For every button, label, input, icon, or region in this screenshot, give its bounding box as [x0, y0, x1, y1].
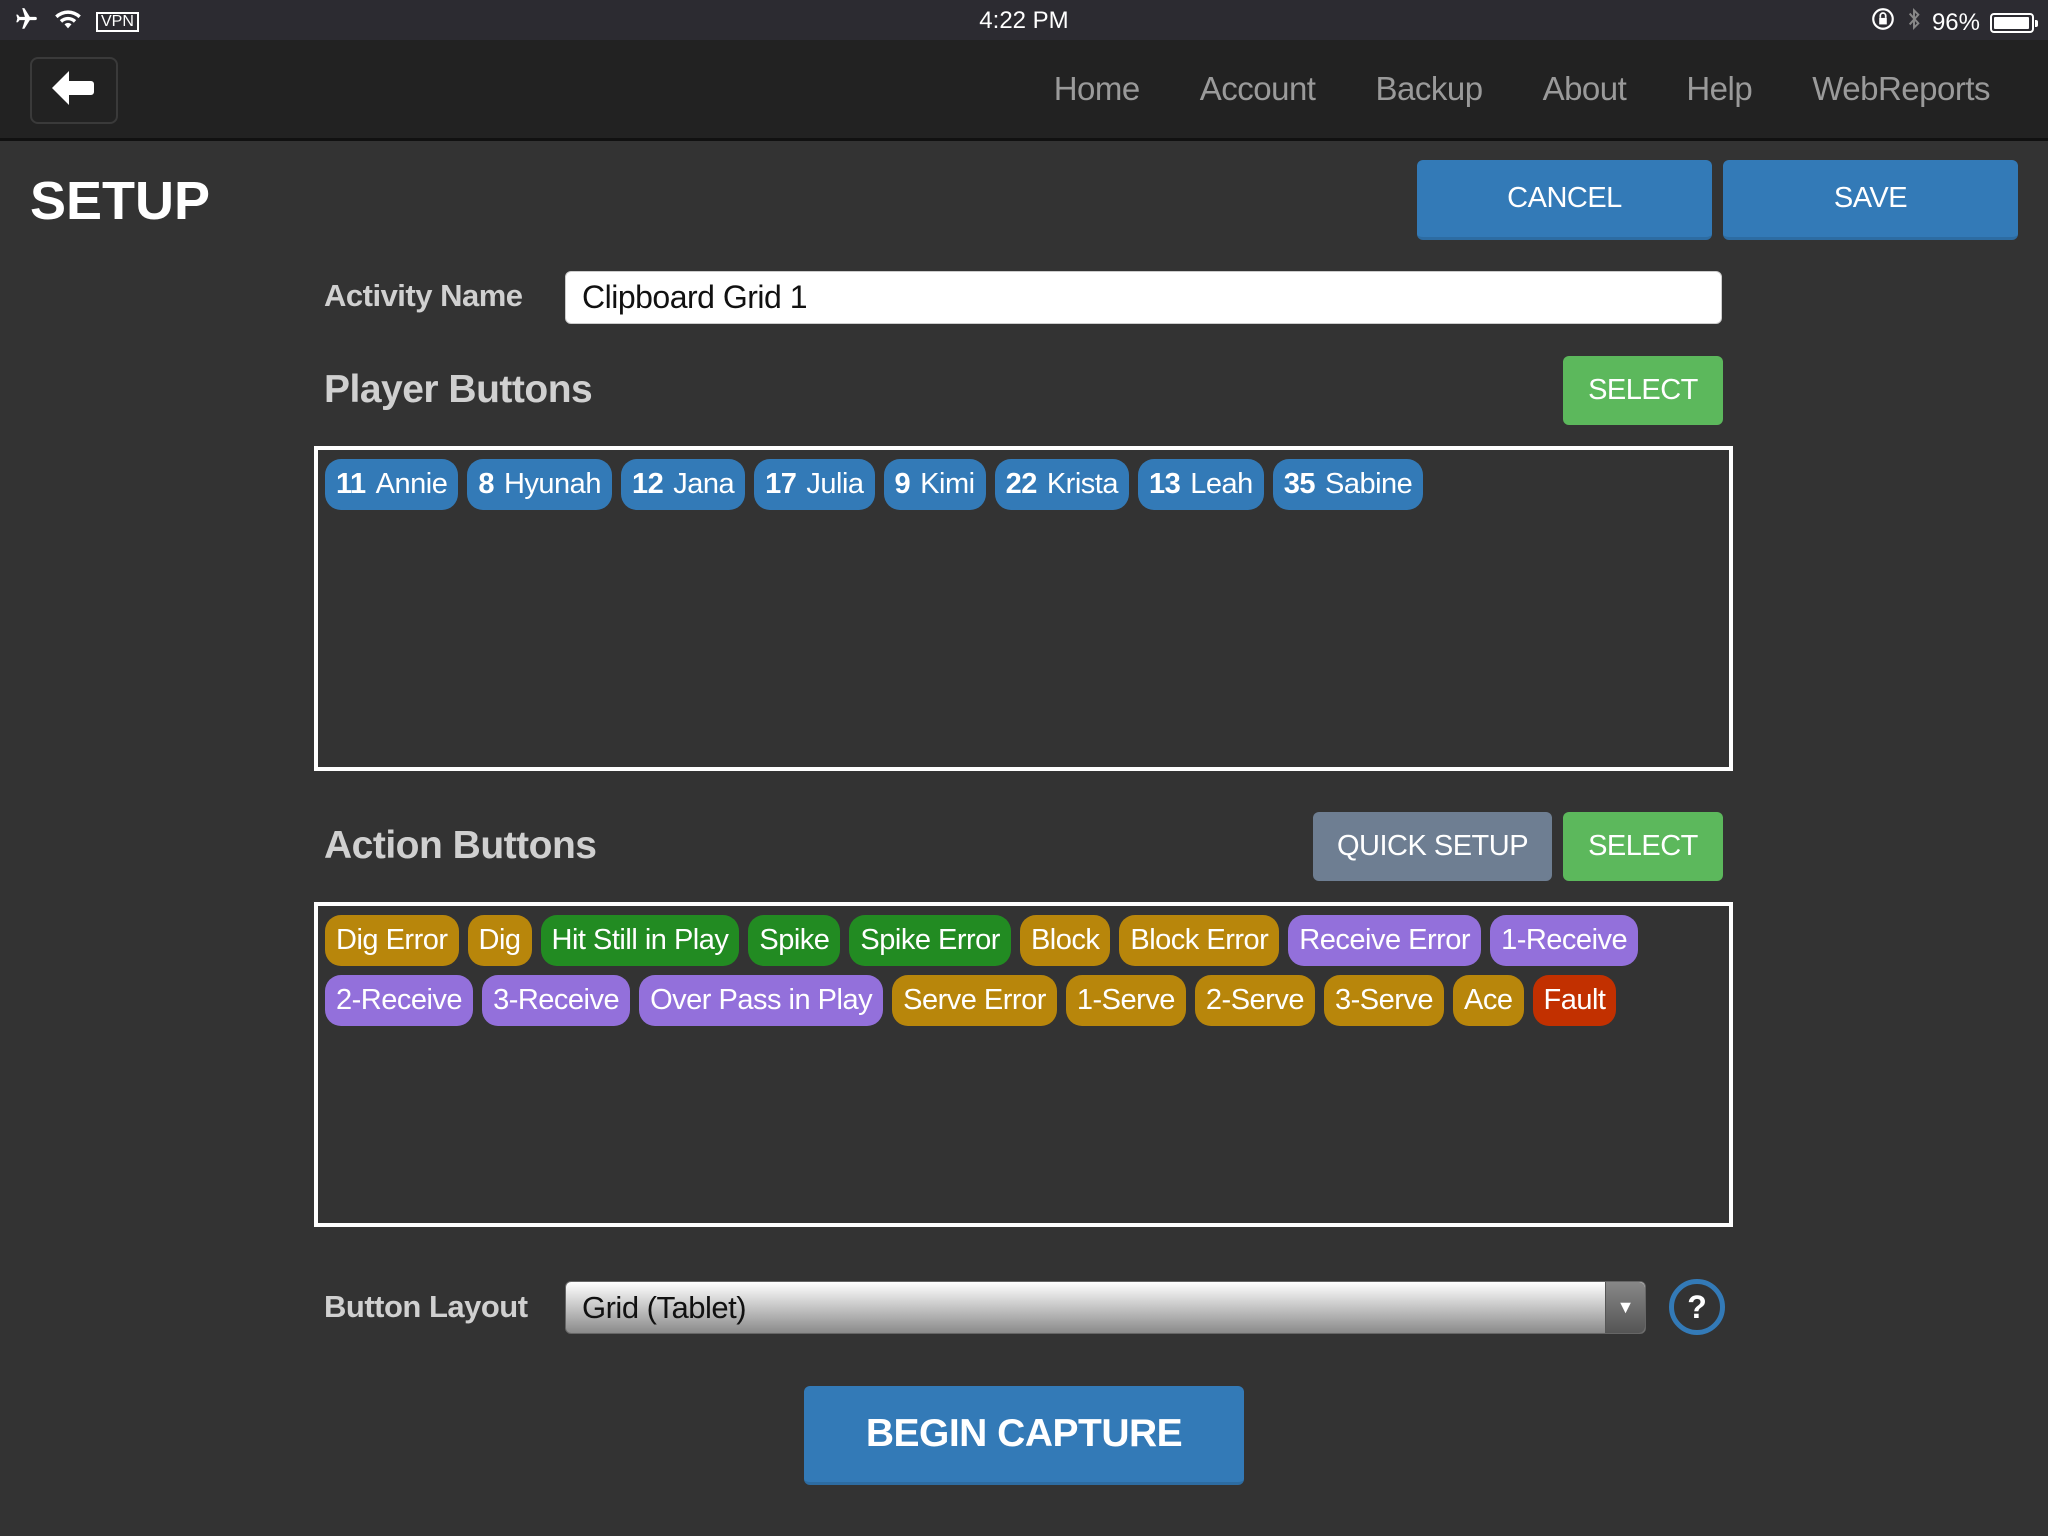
player-name: Julia	[806, 468, 864, 500]
top-nav: Home Account Backup About Help WebReport…	[1054, 70, 1991, 108]
action-button[interactable]: Spike Error	[849, 915, 1011, 966]
nav-account[interactable]: Account	[1200, 70, 1316, 108]
player-button[interactable]: 11 Annie	[325, 459, 459, 510]
player-name: Leah	[1190, 468, 1253, 500]
help-button[interactable]: ?	[1669, 1279, 1725, 1335]
battery-percent: 96%	[1931, 8, 1980, 36]
nav-about[interactable]: About	[1543, 70, 1627, 108]
player-number: 9	[894, 468, 911, 500]
action-button[interactable]: 3-Receive	[482, 975, 631, 1026]
player-number: 13	[1148, 468, 1181, 500]
action-buttons-title: Action Buttons	[324, 824, 597, 867]
player-name: Annie	[375, 468, 448, 500]
player-number: 17	[765, 468, 797, 500]
begin-capture-button[interactable]: BEGIN CAPTURE	[804, 1386, 1244, 1485]
action-button[interactable]: 2-Serve	[1194, 975, 1315, 1026]
action-button[interactable]: Spike	[748, 915, 841, 966]
save-button[interactable]: SAVE	[1723, 160, 2018, 240]
button-layout-value: Grid (Tablet)	[582, 1289, 747, 1325]
action-button[interactable]: Dig	[467, 915, 532, 966]
player-button[interactable]: 17 Julia	[754, 459, 875, 510]
activity-name-label: Activity Name	[324, 278, 523, 313]
action-button[interactable]: 3-Serve	[1323, 975, 1445, 1026]
player-button[interactable]: 35 Sabine	[1272, 459, 1424, 510]
page-title: SETUP	[30, 171, 211, 231]
player-button[interactable]: 8 Hyunah	[467, 459, 612, 510]
player-number: 12	[631, 468, 664, 500]
player-name: Sabine	[1325, 468, 1413, 500]
player-buttons-title: Player Buttons	[324, 368, 593, 411]
player-button[interactable]: 22 Krista	[994, 459, 1129, 510]
cancel-button[interactable]: CANCEL	[1417, 160, 1712, 240]
player-button[interactable]: 13 Leah	[1137, 459, 1264, 510]
action-button[interactable]: Fault	[1532, 975, 1617, 1026]
action-button[interactable]: 2-Receive	[325, 975, 474, 1026]
player-number: 8	[478, 468, 494, 500]
action-button[interactable]: 1-Receive	[1490, 915, 1639, 966]
rotation-lock-icon	[1870, 6, 1896, 39]
question-mark-icon: ?	[1687, 1288, 1707, 1325]
select-actions-button[interactable]: SELECT	[1563, 812, 1723, 881]
button-layout-label: Button Layout	[324, 1289, 528, 1324]
app-header: Home Account Backup About Help WebReport…	[0, 40, 2048, 141]
quick-setup-button[interactable]: QUICK SETUP	[1313, 812, 1552, 881]
player-buttons-area: 11 Annie 8 Hyunah 12 Jana 17 Julia 9 Kimi 22 Krista…	[314, 446, 1733, 771]
button-layout-select[interactable]: Grid (Tablet) ▼	[565, 1281, 1646, 1334]
player-number: 35	[1283, 468, 1316, 500]
player-name: Kimi	[920, 468, 975, 500]
player-button[interactable]: 12 Jana	[620, 459, 746, 510]
battery-icon	[1990, 12, 2038, 33]
action-button[interactable]: Over Pass in Play	[639, 975, 884, 1026]
chevron-down-icon: ▼	[1605, 1282, 1645, 1333]
action-buttons-area: Dig Error Dig Hit Still in Play Spike Spike …	[314, 902, 1733, 1227]
action-button[interactable]: Block Error	[1119, 915, 1280, 966]
nav-help[interactable]: Help	[1686, 70, 1752, 108]
action-button[interactable]: Hit Still in Play	[540, 915, 740, 966]
player-button[interactable]: 9 Kimi	[883, 459, 986, 510]
action-button[interactable]: Block	[1019, 915, 1111, 966]
battery-fill	[1994, 16, 2029, 29]
bluetooth-icon	[1906, 6, 1922, 39]
action-button[interactable]: Receive Error	[1288, 915, 1482, 966]
player-number: 22	[1005, 468, 1038, 500]
activity-name-input[interactable]	[565, 271, 1722, 324]
nav-backup[interactable]: Backup	[1375, 70, 1483, 108]
player-name: Jana	[673, 468, 735, 500]
action-button[interactable]: 1-Serve	[1065, 975, 1186, 1026]
player-name: Krista	[1046, 468, 1119, 500]
player-name: Hyunah	[503, 468, 601, 500]
select-players-button[interactable]: SELECT	[1563, 356, 1723, 425]
nav-home[interactable]: Home	[1054, 70, 1141, 108]
clock: 4:22 PM	[979, 7, 1069, 34]
player-number: 11	[336, 468, 366, 500]
action-button[interactable]: Dig Error	[325, 915, 459, 966]
back-button[interactable]	[30, 57, 118, 124]
arrow-left-icon	[52, 71, 96, 110]
nav-webreports[interactable]: WebReports	[1812, 70, 1990, 108]
status-bar: VPN 4:22 PM 96%	[0, 0, 2048, 40]
action-button[interactable]: Serve Error	[892, 975, 1057, 1026]
action-button[interactable]: Ace	[1453, 975, 1524, 1026]
